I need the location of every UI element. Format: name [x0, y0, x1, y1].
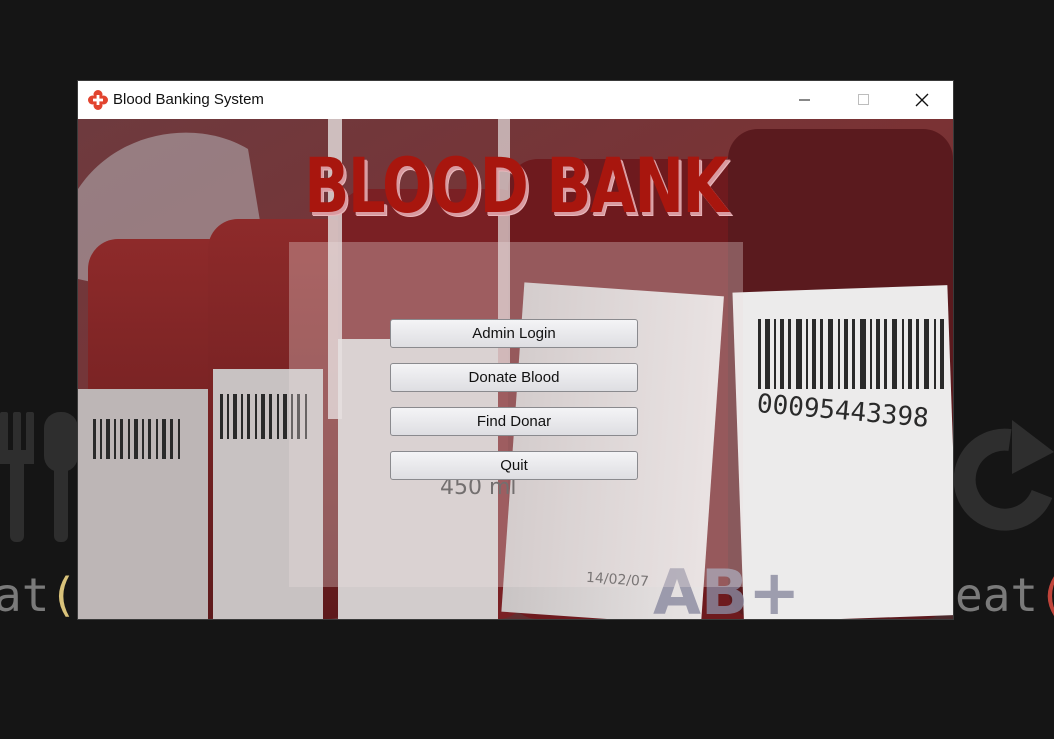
- maximize-icon: [858, 94, 869, 105]
- refresh-icon: [953, 420, 1054, 531]
- background-code-right: eat(: [955, 568, 1054, 622]
- admin-login-button[interactable]: Admin Login: [390, 319, 638, 348]
- window-title: Blood Banking System: [113, 91, 264, 108]
- close-icon: [915, 93, 929, 107]
- red-cross-icon: [88, 90, 108, 110]
- quit-button[interactable]: Quit: [390, 451, 638, 480]
- title-bar[interactable]: Blood Banking System: [78, 81, 953, 119]
- maximize-button[interactable]: [834, 81, 892, 119]
- fork-icon: [0, 412, 34, 542]
- app-window: Blood Banking System 00095443398 450 ml …: [78, 81, 953, 619]
- find-donar-button[interactable]: Find Donar: [390, 407, 638, 436]
- minimize-icon: [799, 99, 810, 101]
- donate-blood-button[interactable]: Donate Blood: [390, 363, 638, 392]
- app-banner-title: BLOOD BANK: [304, 141, 728, 230]
- spoon-icon: [44, 412, 78, 542]
- main-content: 00095443398 450 ml AB+ 14/02/07 BLOOD BA…: [78, 119, 953, 619]
- minimize-button[interactable]: [776, 81, 834, 119]
- close-button[interactable]: [892, 81, 950, 119]
